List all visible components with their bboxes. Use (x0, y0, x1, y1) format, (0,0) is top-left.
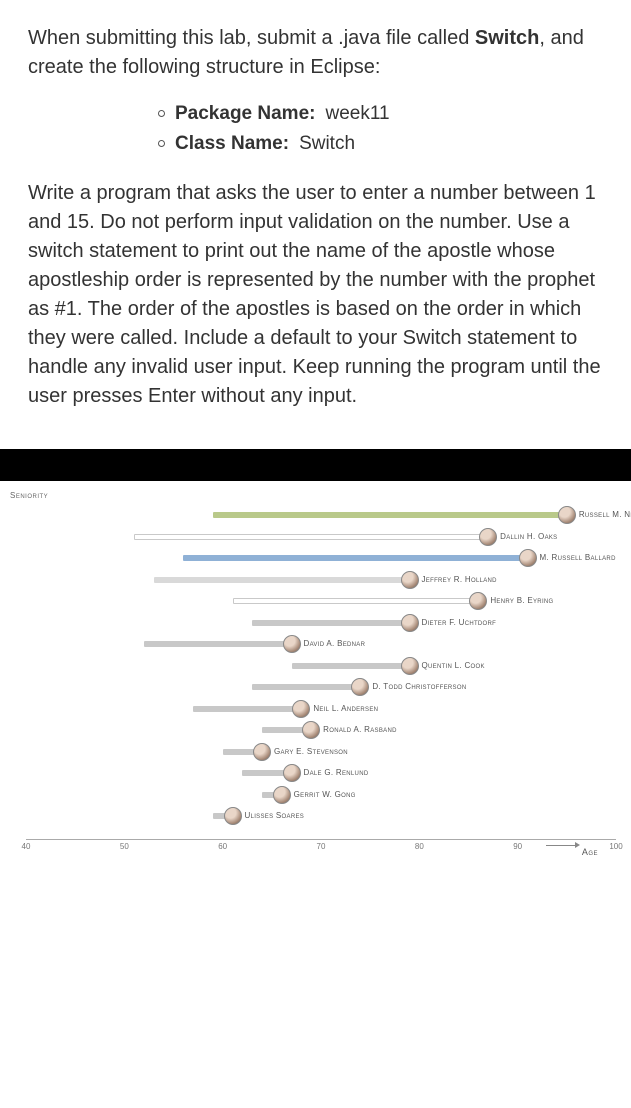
chart-area: Russell M. Nelson Dallin H. Oaks M. Russel… (26, 487, 616, 857)
chart-xlabel: Age (582, 847, 598, 857)
axis-tick-label: 60 (218, 842, 227, 851)
body-paragraph: Write a program that asks the user to en… (28, 179, 603, 411)
chart-row: Dallin H. Oaks (26, 527, 616, 547)
chart-row: Dale G. Renlund (26, 763, 616, 783)
axis-tick-label: 70 (317, 842, 326, 851)
person-name-label: Ronald A. Rasband (323, 725, 397, 734)
chart-bar (193, 706, 301, 712)
chart-row: Dieter F. Uchtdorf (26, 613, 616, 633)
chart-bar (233, 598, 479, 604)
person-photo-icon (479, 528, 497, 546)
chart-bar (144, 641, 292, 647)
chart-row: Neil L. Andersen (26, 699, 616, 719)
chart-row: Russell M. Nelson (26, 505, 616, 525)
person-photo-icon (302, 721, 320, 739)
package-label: Package Name: (175, 100, 315, 128)
person-name-label: Gerrit W. Gong (294, 790, 356, 799)
chart-row: Gary E. Stevenson (26, 742, 616, 762)
chart-bar (134, 534, 488, 540)
chart-xaxis: Age 405060708090100 (26, 839, 616, 857)
intro-paragraph: When submitting this lab, submit a .java… (28, 24, 603, 82)
intro-text-a: When submitting this lab, submit a .java… (28, 27, 475, 49)
axis-tick-label: 90 (513, 842, 522, 851)
person-photo-icon (519, 549, 537, 567)
person-photo-icon (224, 807, 242, 825)
person-photo-icon (253, 743, 271, 761)
bullet-package: Package Name: week11 (158, 100, 603, 128)
axis-tick-label: 50 (120, 842, 129, 851)
bullet-class: Class Name: Switch (158, 130, 603, 158)
person-photo-icon (273, 786, 291, 804)
person-name-label: Henry B. Eyring (490, 596, 553, 605)
person-photo-icon (283, 635, 301, 653)
person-photo-icon (469, 592, 487, 610)
chart-bar (292, 663, 410, 669)
person-photo-icon (401, 657, 419, 675)
bullet-marker-icon (158, 110, 165, 117)
person-name-label: Dale G. Renlund (304, 768, 369, 777)
person-name-label: Ulisses Soares (245, 811, 305, 820)
separator-bar (0, 449, 631, 481)
person-name-label: Russell M. Nelson (579, 510, 631, 519)
intro-text-bold: Switch (475, 27, 539, 49)
class-value: Switch (299, 130, 355, 158)
person-name-label: M. Russell Ballard (540, 553, 616, 562)
chart-row: Ronald A. Rasband (26, 720, 616, 740)
chart-plot: Russell M. Nelson Dallin H. Oaks M. Russel… (26, 505, 616, 835)
chart-row: Gerrit W. Gong (26, 785, 616, 805)
person-name-label: D. Todd Christofferson (372, 682, 466, 691)
package-value: week11 (325, 100, 389, 128)
chart-row: Quentin L. Cook (26, 656, 616, 676)
chart-bar (252, 684, 360, 690)
seniority-chart: Seniority Russell M. NelsonDallin H. Oak… (0, 481, 631, 865)
axis-tick-label: 80 (415, 842, 424, 851)
instructions-block: When submitting this lab, submit a .java… (0, 0, 631, 449)
person-name-label: Gary E. Stevenson (274, 747, 348, 756)
person-name-label: Quentin L. Cook (422, 661, 485, 670)
person-name-label: Dieter F. Uchtdorf (422, 618, 497, 627)
chart-row: Ulisses Soares (26, 806, 616, 826)
chart-row: Jeffrey R. Holland (26, 570, 616, 590)
chart-row: Henry B. Eyring (26, 591, 616, 611)
person-name-label: Dallin H. Oaks (500, 532, 557, 541)
chart-row: David A. Bednar (26, 634, 616, 654)
bullet-list: Package Name: week11 Class Name: Switch (28, 100, 603, 157)
chart-row: M. Russell Ballard (26, 548, 616, 568)
axis-tick-label: 100 (609, 842, 622, 851)
class-label: Class Name: (175, 130, 289, 158)
person-photo-icon (401, 614, 419, 632)
chart-bar (183, 555, 527, 561)
chart-row: D. Todd Christofferson (26, 677, 616, 697)
person-photo-icon (283, 764, 301, 782)
person-photo-icon (292, 700, 310, 718)
person-name-label: Neil L. Andersen (313, 704, 378, 713)
bullet-marker-icon (158, 140, 165, 147)
chart-bar (213, 512, 567, 518)
person-photo-icon (558, 506, 576, 524)
person-photo-icon (351, 678, 369, 696)
chart-bar (154, 577, 410, 583)
person-name-label: David A. Bednar (304, 639, 366, 648)
axis-arrow-icon (546, 845, 576, 846)
person-name-label: Jeffrey R. Holland (422, 575, 497, 584)
person-photo-icon (401, 571, 419, 589)
chart-bar (252, 620, 409, 626)
axis-tick-label: 40 (22, 842, 31, 851)
